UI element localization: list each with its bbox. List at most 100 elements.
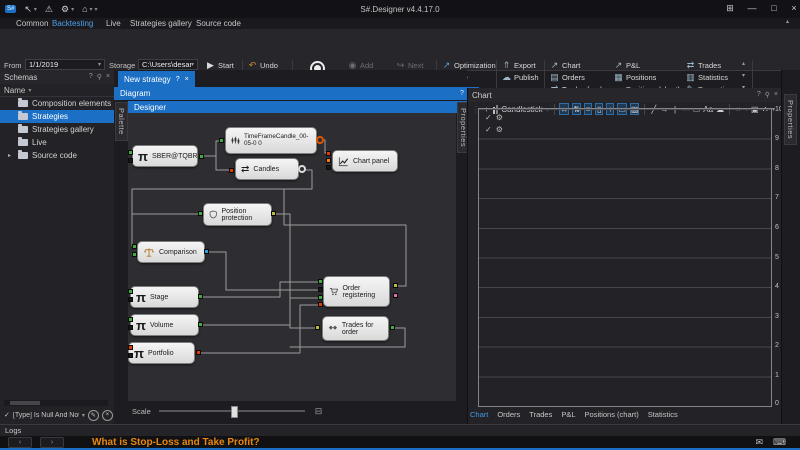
series-settings-gear-icon[interactable]: ⚙: [496, 125, 503, 134]
series-legend-row[interactable]: ✓⚙: [485, 125, 503, 134]
visibility-checkbox[interactable]: ✓: [485, 125, 492, 134]
tree-item-strategies[interactable]: Strategies: [0, 110, 114, 123]
component-trades-button[interactable]: ⇄Trades: [686, 60, 721, 71]
node-order-registering[interactable]: Order registering: [323, 276, 390, 307]
port-in[interactable]: [128, 158, 133, 163]
palette-tab[interactable]: Palette: [115, 102, 128, 141]
node-candles[interactable]: ⇄Candles: [235, 158, 299, 180]
port-in[interactable]: [128, 150, 133, 155]
tree-item-strategies-gallery[interactable]: Strategies gallery: [0, 123, 114, 136]
fit-to-screen-icon[interactable]: ⊟: [315, 406, 323, 417]
port-in[interactable]: [318, 295, 323, 300]
port-out[interactable]: [271, 211, 276, 216]
export-button[interactable]: ⇑Export: [502, 60, 536, 71]
zoom-slider-thumb[interactable]: [231, 406, 238, 418]
tree-item-live[interactable]: Live: [0, 136, 114, 149]
tab-positions-chart[interactable]: Positions (chart): [585, 410, 639, 419]
port-in[interactable]: [326, 151, 331, 156]
chart-plot-area[interactable]: ✓⚙ ✓⚙ 10 9 8 7 6 5 4 3 2 1 0: [478, 108, 772, 407]
components-scroll-down-icon[interactable]: ▾: [742, 72, 745, 79]
node-security-sber[interactable]: πSBER@TQBR: [132, 145, 198, 167]
schemas-header[interactable]: Schemas ? ⚲ ×: [0, 70, 114, 84]
tree-item-source-code[interactable]: ▸Source code: [0, 149, 114, 162]
help-question-link[interactable]: What is Stop-Loss and Take Profit?: [92, 437, 260, 448]
port-in[interactable]: [318, 287, 323, 292]
tab-common[interactable]: Common: [16, 19, 48, 28]
port-out[interactable]: [196, 350, 201, 355]
zoom-slider[interactable]: [159, 410, 305, 412]
node-chart-panel[interactable]: Chart panel: [332, 150, 398, 172]
help-icon[interactable]: ?: [89, 73, 93, 81]
components-scroll-up-icon[interactable]: ▴: [742, 60, 745, 67]
storage-field[interactable]: C:\Users\desar\Documen▾: [138, 59, 198, 70]
logs-panel[interactable]: Logs: [0, 424, 800, 436]
tab-trades[interactable]: Trades: [529, 410, 552, 419]
port-in[interactable]: [326, 165, 331, 170]
port-out-breakpoint[interactable]: [316, 136, 324, 144]
port-in[interactable]: [229, 168, 234, 173]
designer-header[interactable]: Designer: [128, 101, 468, 113]
port-out[interactable]: [198, 322, 203, 327]
ribbon-collapse-icon[interactable]: ▴: [786, 18, 789, 25]
component-statistics-button[interactable]: ▥Statistics: [686, 72, 728, 83]
component-chart-button[interactable]: ↗Chart: [550, 60, 580, 71]
port-out-breakpoint[interactable]: [298, 165, 306, 173]
chevron-down-icon[interactable]: ▾: [191, 61, 194, 68]
port-out[interactable]: [390, 325, 395, 330]
tree-item-composition-elements[interactable]: Composition elements: [0, 97, 114, 110]
port-out[interactable]: [204, 249, 209, 254]
port-in[interactable]: [219, 138, 224, 143]
port-in[interactable]: [132, 244, 137, 249]
edit-filter-icon[interactable]: ✎: [88, 410, 99, 421]
component-pnl-button[interactable]: ↗P&L: [614, 60, 640, 71]
port-in[interactable]: [315, 325, 320, 330]
port-in[interactable]: [318, 279, 323, 284]
port-in[interactable]: [198, 211, 203, 216]
tab-orders[interactable]: Orders: [497, 410, 520, 419]
previous-question-button[interactable]: ‹: [8, 437, 32, 448]
series-settings-gear-icon[interactable]: ⚙: [496, 113, 503, 122]
next-question-button[interactable]: ›: [40, 437, 64, 448]
port-out[interactable]: [393, 283, 398, 288]
maximize-button[interactable]: □: [766, 3, 782, 13]
port-in[interactable]: [318, 302, 323, 307]
port-in[interactable]: [128, 325, 133, 330]
port-out[interactable]: [199, 154, 204, 159]
clear-filter-icon[interactable]: ×: [102, 410, 113, 421]
properties-dock-tab[interactable]: Properties: [784, 94, 797, 145]
tab-strategies-gallery[interactable]: Strategies gallery: [130, 19, 192, 28]
port-in[interactable]: [132, 252, 137, 257]
node-position-protection[interactable]: Position protection: [203, 203, 272, 226]
scrollbar-thumb[interactable]: [10, 401, 40, 405]
name-column-header[interactable]: Name ▾: [0, 84, 114, 97]
node-portfolio[interactable]: πPortfolio: [128, 342, 195, 364]
port-in[interactable]: [128, 297, 133, 302]
document-tab-new-strategy[interactable]: New strategy ? ×: [118, 71, 195, 87]
help-icon[interactable]: ?: [757, 91, 761, 99]
help-icon[interactable]: ?: [460, 90, 464, 98]
mail-icon[interactable]: ✉: [755, 437, 763, 448]
close-icon[interactable]: ×: [774, 91, 778, 99]
tab-source-code[interactable]: Source code: [196, 19, 241, 28]
port-in[interactable]: [128, 345, 133, 350]
theme-icon[interactable]: ⊞: [722, 3, 738, 14]
chart-header[interactable]: Chart ? ⚲ ×: [468, 88, 782, 102]
port-in[interactable]: [326, 158, 331, 163]
publish-button[interactable]: ☁Publish: [502, 72, 539, 83]
port-out[interactable]: [393, 293, 398, 298]
help-icon[interactable]: ?: [176, 76, 180, 83]
port-in[interactable]: [128, 317, 133, 322]
pin-icon[interactable]: ⚲: [765, 91, 770, 99]
diagram-canvas[interactable]: πSBER@TQBR TimeFrameCandle_00-05-0 0 ⇄Ca…: [128, 113, 456, 401]
filter-icon[interactable]: ▾: [28, 87, 31, 94]
node-volume[interactable]: πVolume: [130, 314, 199, 336]
tab-live[interactable]: Live: [106, 19, 121, 28]
pin-icon[interactable]: ⚲: [97, 73, 102, 81]
node-trades-for-order[interactable]: Trades for order: [322, 316, 389, 341]
horizontal-scrollbar[interactable]: [4, 400, 108, 406]
console-icon[interactable]: ⌨: [773, 437, 786, 448]
node-comparison[interactable]: Comparison: [137, 241, 205, 263]
component-orders-button[interactable]: ▤Orders: [550, 72, 585, 83]
tab-chart[interactable]: Chart: [470, 410, 488, 419]
close-button[interactable]: ×: [786, 3, 800, 13]
